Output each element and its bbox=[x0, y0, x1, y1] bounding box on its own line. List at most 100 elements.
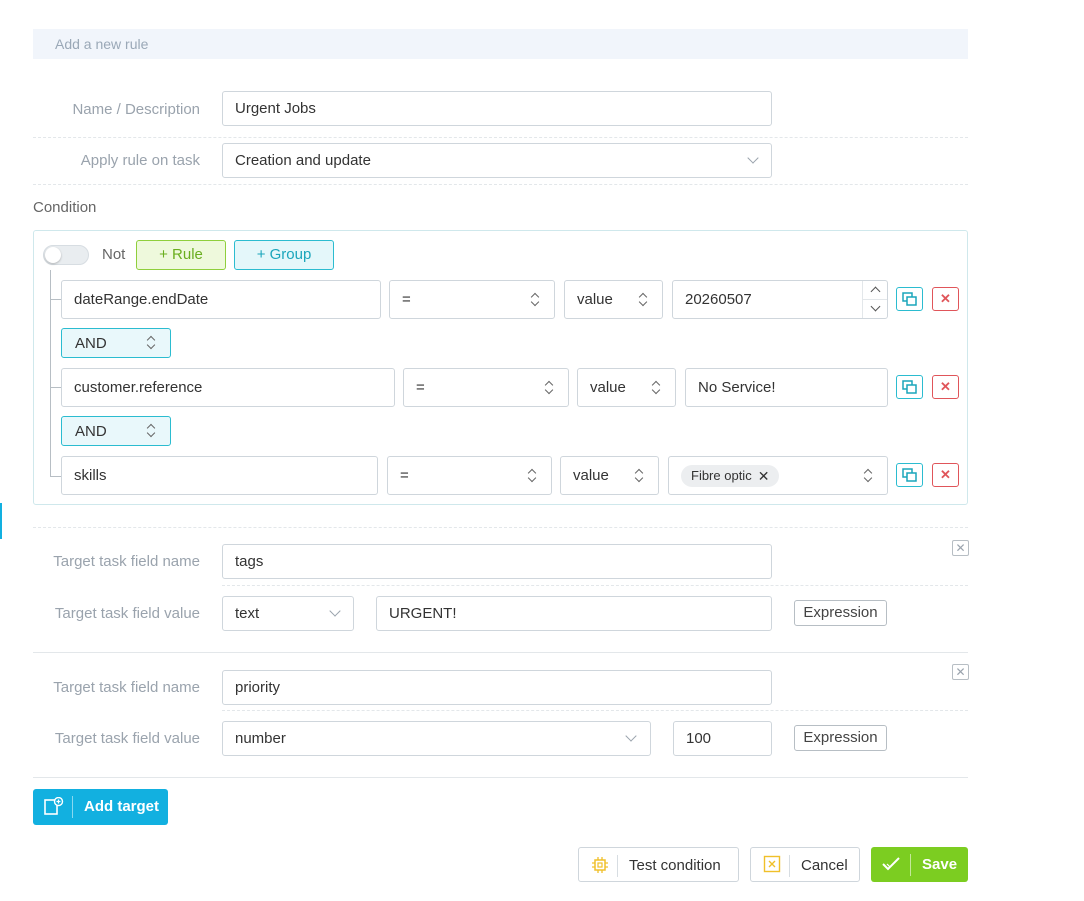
name-input[interactable]: Urgent Jobs bbox=[222, 91, 772, 126]
not-label: Not bbox=[102, 246, 126, 263]
rule-valuetype-select[interactable]: value bbox=[577, 368, 676, 407]
rule-tags-select[interactable]: Fibre optic ✕ bbox=[668, 456, 888, 495]
rule-valuetype-select[interactable]: value bbox=[560, 456, 659, 495]
connector-value: AND bbox=[75, 334, 107, 352]
rule-field-input[interactable]: customer.reference bbox=[61, 368, 395, 407]
rule-operator-select[interactable]: = bbox=[403, 368, 569, 407]
target-type-select[interactable]: text bbox=[222, 596, 354, 631]
spinner-down-icon[interactable] bbox=[870, 301, 881, 312]
updown-icon bbox=[146, 424, 156, 438]
copy-icon bbox=[902, 468, 917, 482]
updown-icon bbox=[651, 381, 661, 395]
connector-select[interactable]: AND bbox=[61, 416, 171, 446]
divider bbox=[33, 527, 968, 528]
updown-icon bbox=[544, 381, 554, 395]
copy-rule-button[interactable] bbox=[896, 375, 923, 399]
cancel-button[interactable]: Cancel bbox=[750, 847, 860, 882]
test-condition-button[interactable]: Test condition bbox=[578, 847, 739, 882]
updown-icon bbox=[863, 469, 873, 483]
target-type-value: number bbox=[235, 730, 286, 747]
operator-value: = bbox=[400, 467, 409, 484]
copy-icon bbox=[902, 292, 917, 306]
add-target-icon bbox=[44, 797, 64, 815]
valuetype-value: value bbox=[577, 291, 613, 308]
delete-rule-button[interactable]: ✕ bbox=[932, 287, 959, 311]
cancel-label: Cancel bbox=[801, 857, 848, 874]
rule-value-number-input[interactable]: 20260507 bbox=[672, 280, 888, 319]
rule-value: 20260507 bbox=[685, 291, 752, 308]
valuetype-value: value bbox=[590, 379, 626, 396]
remove-target-button[interactable]: ✕ bbox=[952, 664, 969, 680]
button-separator bbox=[910, 854, 911, 876]
expression-button[interactable]: Expression bbox=[794, 725, 887, 751]
expression-button[interactable]: Expression bbox=[794, 600, 887, 626]
updown-icon bbox=[530, 293, 540, 307]
connector-select[interactable]: AND bbox=[61, 328, 171, 358]
updown-icon bbox=[527, 469, 537, 483]
apply-rule-select[interactable]: Creation and update bbox=[222, 143, 772, 178]
tree-line bbox=[50, 270, 51, 476]
not-toggle[interactable] bbox=[43, 245, 89, 265]
name-label: Name / Description bbox=[72, 101, 200, 118]
remove-target-button[interactable]: ✕ bbox=[952, 540, 969, 556]
divider bbox=[33, 137, 968, 138]
remove-tag-icon[interactable]: ✕ bbox=[758, 469, 770, 483]
close-icon: ✕ bbox=[940, 379, 951, 394]
target-name-label: Target task field name bbox=[53, 679, 200, 696]
chevron-down-icon bbox=[329, 605, 341, 617]
updown-icon bbox=[638, 293, 648, 307]
add-target-button[interactable]: Add target bbox=[33, 789, 168, 825]
delete-rule-button[interactable]: ✕ bbox=[932, 375, 959, 399]
rule-operator-select[interactable]: = bbox=[387, 456, 552, 495]
target-type-select[interactable]: number bbox=[222, 721, 651, 756]
close-icon: ✕ bbox=[940, 467, 951, 482]
operator-value: = bbox=[416, 379, 425, 396]
updown-icon bbox=[146, 336, 156, 350]
tree-line bbox=[50, 387, 61, 388]
divider bbox=[33, 184, 968, 185]
button-separator bbox=[789, 855, 790, 877]
copy-icon bbox=[902, 380, 917, 394]
rule-value-input[interactable]: No Service! bbox=[685, 368, 888, 407]
target-name-label: Target task field name bbox=[53, 553, 200, 570]
condition-title: Condition bbox=[33, 199, 97, 216]
chip-icon bbox=[592, 857, 608, 873]
target-value-input[interactable]: 100 bbox=[673, 721, 772, 756]
copy-rule-button[interactable] bbox=[896, 287, 923, 311]
add-group-button[interactable]: + Group bbox=[234, 240, 334, 270]
add-rule-button[interactable]: + Rule bbox=[136, 240, 226, 270]
updown-icon bbox=[634, 469, 644, 483]
button-separator bbox=[617, 855, 618, 877]
copy-rule-button[interactable] bbox=[896, 463, 923, 487]
target-value-label: Target task field value bbox=[54, 605, 200, 622]
add-target-label: Add target bbox=[84, 798, 159, 815]
tag-chip: Fibre optic ✕ bbox=[681, 464, 780, 487]
divider bbox=[222, 585, 968, 586]
apply-rule-label: Apply rule on task bbox=[80, 152, 200, 169]
close-icon: ✕ bbox=[955, 665, 966, 679]
tree-line bbox=[50, 476, 61, 477]
target-name-input[interactable]: priority bbox=[222, 670, 772, 705]
chevron-down-icon bbox=[625, 730, 637, 742]
spinner-up-icon[interactable] bbox=[870, 286, 881, 297]
target-value-input[interactable]: URGENT! bbox=[376, 596, 772, 631]
target-name-input[interactable]: tags bbox=[222, 544, 772, 579]
rule-field-input[interactable]: dateRange.endDate bbox=[61, 280, 381, 319]
spinner-divider bbox=[863, 299, 887, 300]
save-label: Save bbox=[922, 856, 958, 873]
check-icon bbox=[882, 857, 900, 871]
rule-field-input[interactable]: skills bbox=[61, 456, 378, 495]
rule-operator-select[interactable]: = bbox=[389, 280, 555, 319]
button-separator bbox=[72, 796, 73, 818]
tree-line bbox=[50, 299, 61, 300]
scroll-indicator bbox=[0, 503, 2, 539]
rule-valuetype-select[interactable]: value bbox=[564, 280, 663, 319]
target-type-value: text bbox=[235, 605, 260, 622]
save-button[interactable]: Save bbox=[871, 847, 968, 882]
chevron-down-icon bbox=[747, 152, 759, 164]
divider bbox=[33, 777, 968, 778]
tag-label: Fibre optic bbox=[691, 468, 752, 483]
divider bbox=[33, 652, 968, 653]
delete-rule-button[interactable]: ✕ bbox=[932, 463, 959, 487]
cancel-icon bbox=[763, 855, 781, 873]
